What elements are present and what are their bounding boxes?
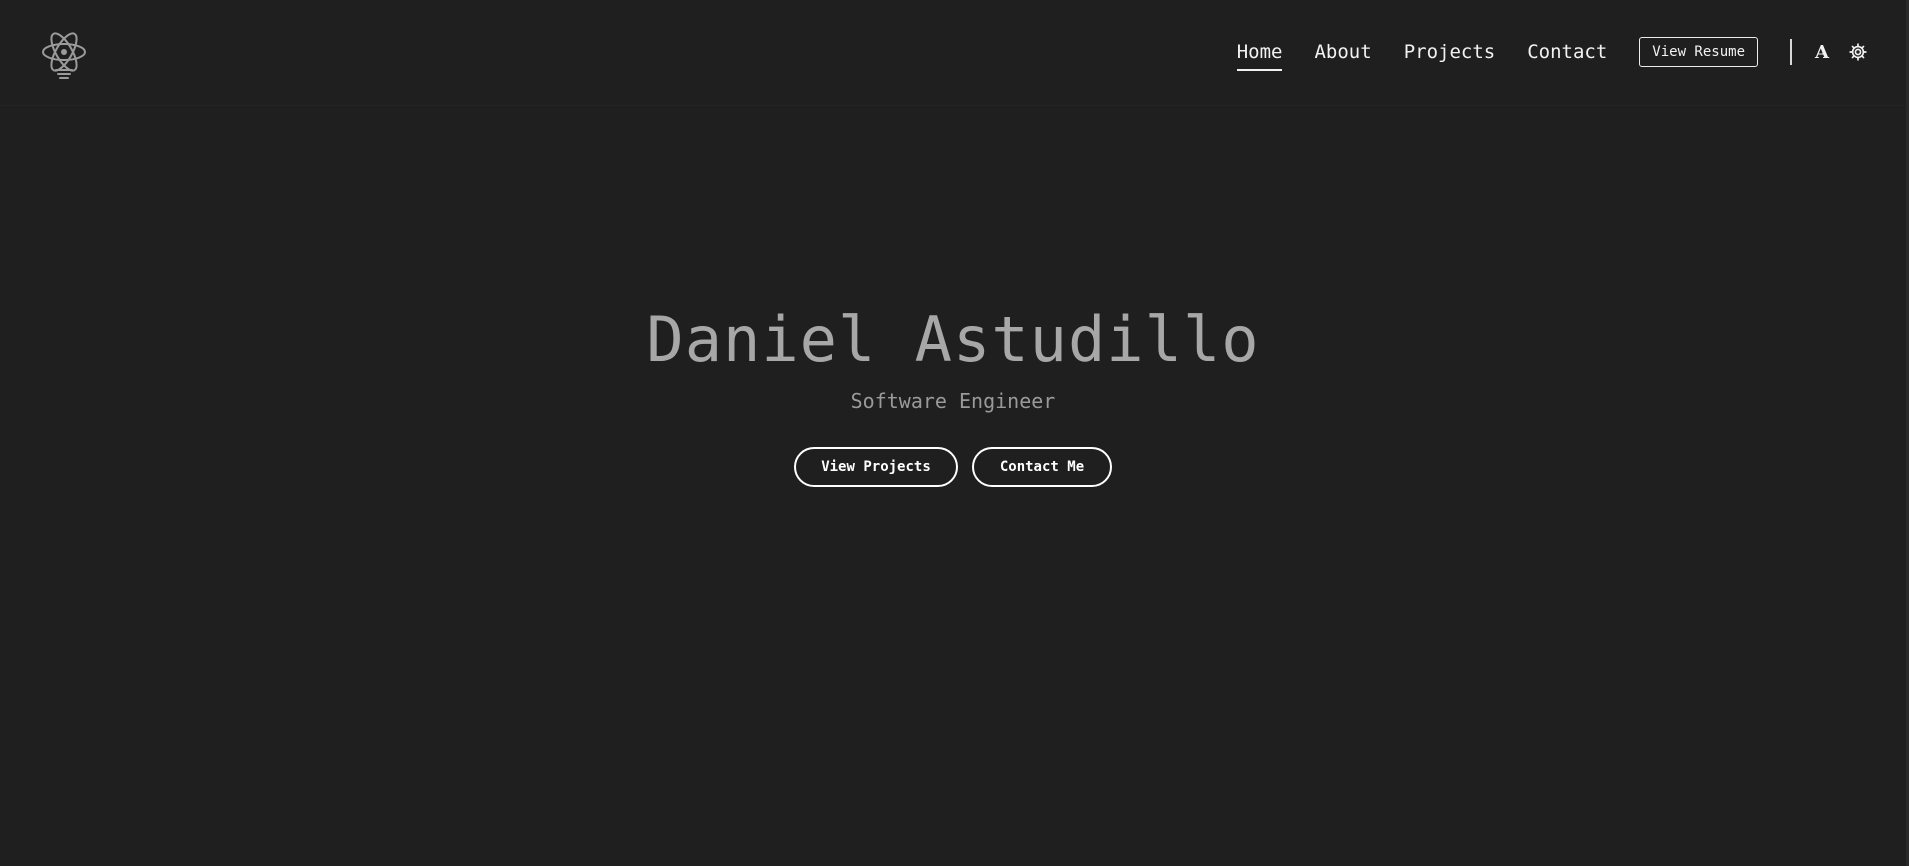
view-projects-button[interactable]: View Projects	[794, 447, 958, 487]
main-nav: Home About Projects Contact View Resume …	[1236, 33, 1906, 71]
logo-icon[interactable]	[40, 30, 88, 84]
hero-actions: View Projects Contact Me	[0, 447, 1906, 487]
atom-lightbulb-icon	[42, 32, 86, 79]
nav-divider	[1790, 39, 1792, 65]
hero-role: Software Engineer	[850, 389, 1056, 413]
hero-section: Daniel Astudillo Software Engineer View …	[0, 0, 1906, 866]
navbar: Home About Projects Contact View Resume …	[0, 0, 1906, 106]
nav-about-link[interactable]: About	[1314, 41, 1371, 71]
contact-me-button[interactable]: Contact Me	[972, 447, 1112, 487]
font-toggle-glyph: A	[1815, 41, 1829, 63]
nav-contact-link[interactable]: Contact	[1527, 41, 1607, 71]
font-toggle-icon[interactable]: A	[1810, 40, 1834, 64]
hero-name: Daniel Astudillo	[646, 303, 1260, 376]
view-resume-button[interactable]: View Resume	[1639, 37, 1758, 67]
gear-icon[interactable]	[1846, 40, 1870, 64]
nav-projects-link[interactable]: Projects	[1404, 41, 1496, 71]
nav-home-link[interactable]: Home	[1236, 41, 1283, 71]
page: Home About Projects Contact View Resume …	[0, 0, 1909, 866]
gear-icon-graphic	[1849, 43, 1867, 61]
